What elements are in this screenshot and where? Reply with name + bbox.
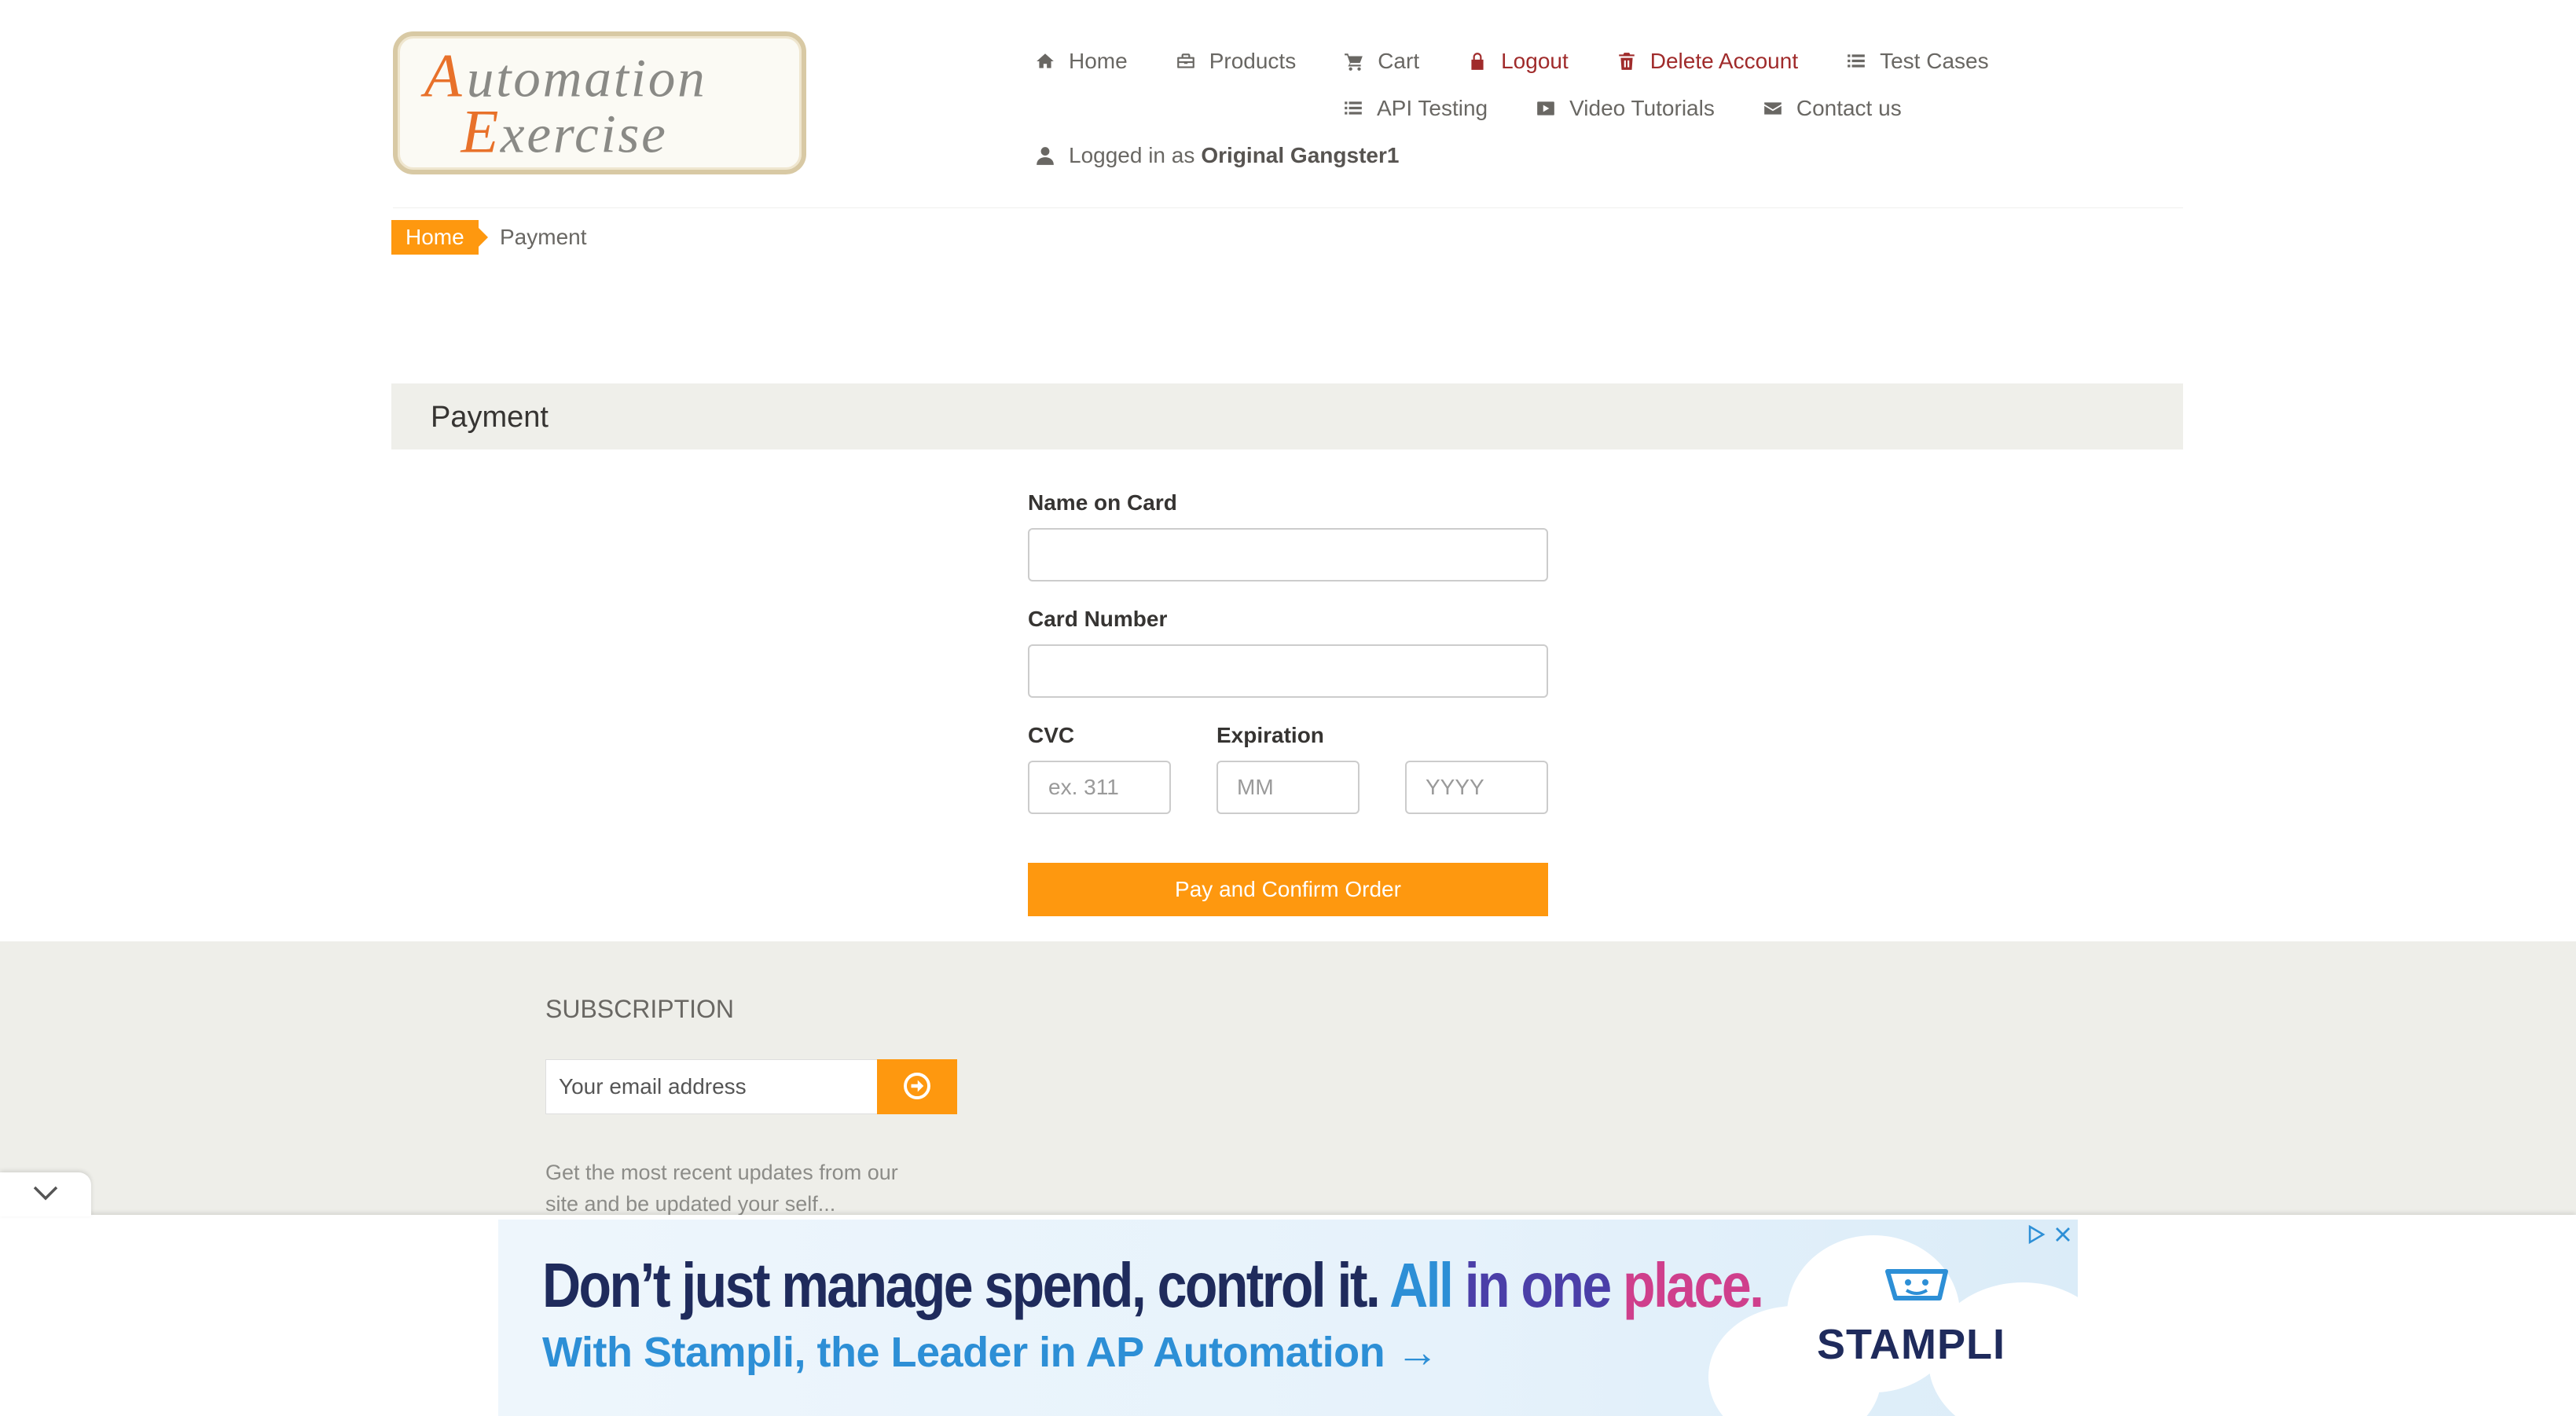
- header-divider: [393, 207, 2183, 208]
- site-logo[interactable]: A utomation E xercise: [393, 31, 806, 174]
- ad-banner[interactable]: Don’t just manage spend, control it. All…: [498, 1220, 2078, 1416]
- subscription-description: Get the most recent updates from our sit…: [545, 1161, 898, 1216]
- chevron-down-icon: [31, 1183, 60, 1206]
- breadcrumb-current: Payment: [500, 225, 587, 249]
- nav-test-cases[interactable]: Test Cases: [1845, 49, 1989, 74]
- main-nav-row-2: API Testing Video Tutorials Contact us: [1342, 96, 1949, 121]
- main-nav: Home Products Cart Logout Delete Account…: [1034, 49, 2036, 74]
- envelope-icon: [1762, 97, 1784, 119]
- ad-headline: Don’t just manage spend, control it. All…: [542, 1249, 1764, 1322]
- subscription-title: SUBSCRIPTION: [545, 995, 735, 1023]
- nav-video-tutorials[interactable]: Video Tutorials: [1535, 96, 1715, 121]
- nav-products[interactable]: Products: [1175, 49, 1297, 74]
- nav-products-label: Products: [1209, 49, 1297, 73]
- briefcase-icon: [1175, 50, 1197, 72]
- youtube-play-icon: [1535, 97, 1557, 119]
- pay-and-confirm-button[interactable]: Pay and Confirm Order: [1028, 863, 1548, 916]
- logo-initial-e: E: [460, 97, 498, 166]
- nav-delete-account-label: Delete Account: [1649, 49, 1799, 73]
- close-icon[interactable]: [2053, 1224, 2073, 1245]
- nav-api-testing[interactable]: API Testing: [1342, 96, 1488, 121]
- nav-logout[interactable]: Logout: [1466, 49, 1569, 74]
- ad-collapse-toggle[interactable]: [0, 1172, 91, 1216]
- automation-exercise-logo-image: A utomation E xercise: [420, 42, 707, 166]
- subscribe-button[interactable]: [877, 1059, 957, 1114]
- list-icon: [1845, 50, 1867, 72]
- nav-cart-label: Cart: [1378, 49, 1420, 73]
- list-icon: [1342, 97, 1364, 119]
- cvc-label: CVC: [1028, 723, 1075, 747]
- name-on-card-input[interactable]: [1028, 528, 1548, 581]
- logged-in-username: Original Gangster1: [1201, 143, 1400, 167]
- name-on-card-label: Name on Card: [1028, 490, 1177, 515]
- nav-video-tutorials-label: Video Tutorials: [1569, 96, 1715, 120]
- page-title: Payment: [431, 401, 549, 434]
- breadcrumb-home[interactable]: Home: [391, 220, 488, 255]
- shopping-cart-icon: [1343, 50, 1365, 72]
- expiration-label: Expiration: [1216, 723, 1324, 747]
- ad-headline-part-4: place.: [1622, 1250, 1764, 1320]
- home-icon: [1034, 50, 1056, 72]
- logo-word-2: xercise: [500, 104, 668, 164]
- expiry-month-input[interactable]: [1216, 761, 1360, 814]
- ad-headline-part-3: in one: [1464, 1250, 1612, 1320]
- trash-icon: [1616, 50, 1638, 72]
- nav-home-label: Home: [1069, 49, 1128, 73]
- subscription-email-input[interactable]: [545, 1059, 879, 1114]
- cvc-input[interactable]: [1028, 761, 1171, 814]
- ad-headline-part-1: Don’t just manage spend, control it.: [542, 1250, 1381, 1320]
- lock-icon: [1466, 50, 1488, 72]
- card-number-label: Card Number: [1028, 607, 1168, 631]
- logo-word-1: utomation: [467, 48, 707, 108]
- nav-home[interactable]: Home: [1034, 49, 1128, 74]
- nav-logout-label: Logout: [1501, 49, 1569, 73]
- logo-initial-a: A: [420, 42, 463, 110]
- card-number-input[interactable]: [1028, 644, 1548, 698]
- nav-cart[interactable]: Cart: [1343, 49, 1419, 74]
- logged-in-prefix: Logged in as: [1069, 143, 1195, 167]
- ad-brand-name: STAMPLI: [1817, 1321, 2005, 1368]
- nav-test-cases-label: Test Cases: [1880, 49, 1989, 73]
- stampli-basket-icon: [1885, 1269, 1948, 1300]
- ad-headline-part-2: All: [1389, 1250, 1454, 1320]
- nav-api-testing-label: API Testing: [1377, 96, 1488, 120]
- ad-subline: With Stampli, the Leader in AP Automatio…: [542, 1329, 1439, 1376]
- arrow-circle-right-icon: [903, 1072, 931, 1102]
- nav-contact-us-label: Contact us: [1796, 96, 1902, 120]
- logged-in-user[interactable]: Logged in as Original Gangster1: [1034, 143, 1399, 168]
- expiry-year-input[interactable]: [1405, 761, 1548, 814]
- logged-in-status: Logged in as Original Gangster1: [1034, 143, 1446, 168]
- payment-heading-bar: Payment: [391, 383, 2183, 449]
- user-icon: [1034, 145, 1056, 167]
- nav-delete-account[interactable]: Delete Account: [1616, 49, 1798, 74]
- ad-choices-icon[interactable]: [2026, 1224, 2046, 1245]
- nav-contact-us[interactable]: Contact us: [1762, 96, 1902, 121]
